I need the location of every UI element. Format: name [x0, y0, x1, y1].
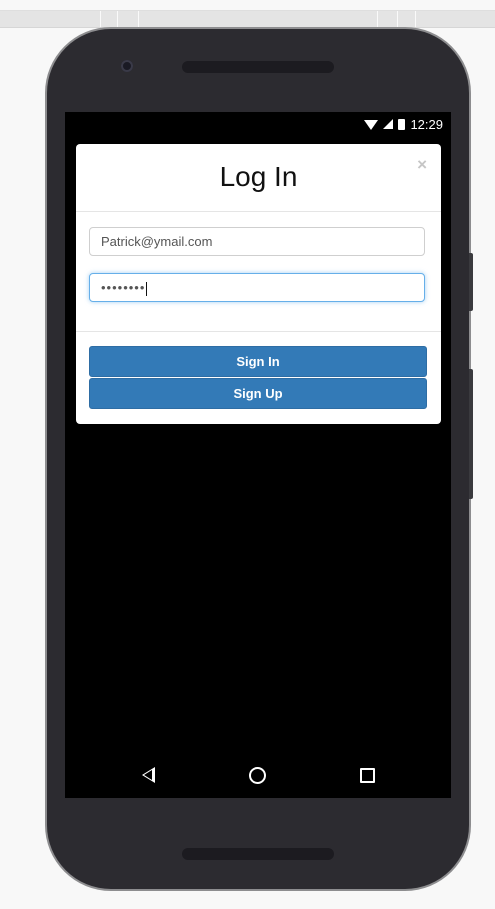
- volume-button: [469, 253, 473, 311]
- bottom-speaker: [182, 848, 334, 860]
- email-value: Patrick@ymail.com: [101, 234, 213, 249]
- wifi-icon: [364, 120, 379, 130]
- login-modal: Log In × Patrick@ymail.com •••••••• Sign…: [76, 144, 441, 424]
- back-icon[interactable]: [142, 767, 155, 783]
- password-value: ••••••••: [101, 280, 146, 295]
- battery-icon: [398, 118, 406, 130]
- status-bar: 12:29: [364, 116, 443, 132]
- status-time: 12:29: [410, 116, 443, 132]
- sign-up-button[interactable]: Sign Up: [89, 378, 427, 409]
- modal-title: Log In: [219, 161, 298, 192]
- top-ruler: [0, 10, 495, 28]
- top-speaker: [182, 61, 334, 73]
- modal-body: Patrick@ymail.com ••••••••: [76, 212, 441, 332]
- phone-frame: 12:29 Log In × Patrick@ymail.com •••••••…: [47, 29, 473, 889]
- signal-icon: [383, 119, 394, 129]
- password-field[interactable]: ••••••••: [89, 273, 425, 302]
- camera-icon: [121, 60, 133, 72]
- email-field[interactable]: Patrick@ymail.com: [89, 227, 425, 256]
- text-caret: [146, 281, 148, 296]
- power-button: [469, 369, 473, 499]
- nav-bar: [65, 750, 451, 798]
- recent-apps-icon[interactable]: [360, 768, 375, 783]
- close-icon[interactable]: ×: [417, 155, 427, 175]
- modal-header: Log In ×: [76, 144, 441, 212]
- sign-in-button[interactable]: Sign In: [89, 346, 427, 377]
- home-icon[interactable]: [249, 767, 266, 784]
- phone-screen: 12:29 Log In × Patrick@ymail.com •••••••…: [65, 112, 451, 798]
